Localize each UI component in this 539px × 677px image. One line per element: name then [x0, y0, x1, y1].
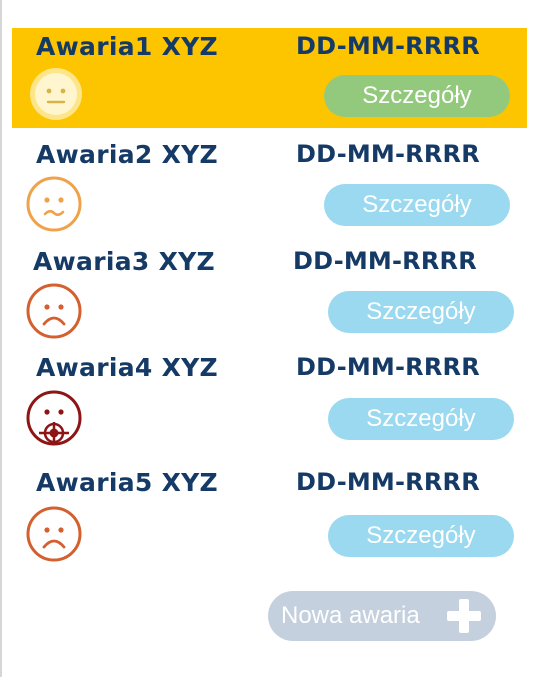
confused-face-icon	[26, 176, 82, 232]
neutral-face-icon	[30, 68, 82, 120]
critical-face-icon	[26, 390, 82, 446]
failure-item-5[interactable]: Awaria5 XYZ DD-MM-RRRR Szczegóły	[12, 458, 527, 562]
failure-item-2[interactable]: Awaria2 XYZ DD-MM-RRRR Szczegóły	[12, 135, 527, 235]
failure-date: DD-MM-RRRR	[293, 247, 477, 275]
failure-date: DD-MM-RRRR	[296, 140, 480, 168]
details-button[interactable]: Szczegóły	[324, 184, 510, 226]
details-button[interactable]: Szczegóły	[328, 398, 514, 440]
failure-title: Awaria3 XYZ	[33, 247, 215, 276]
failure-title: Awaria4 XYZ	[36, 353, 218, 382]
failure-date: DD-MM-RRRR	[296, 32, 480, 60]
sad-face-icon	[26, 506, 82, 562]
failure-item-4[interactable]: Awaria4 XYZ DD-MM-RRRR Szczegóły	[12, 349, 527, 449]
failure-item-3[interactable]: Awaria3 XYZ DD-MM-RRRR Szczegóły	[12, 243, 527, 343]
details-button[interactable]: Szczegóły	[324, 75, 510, 117]
failure-item-1[interactable]: Awaria1 XYZ DD-MM-RRRR Szczegóły	[12, 28, 527, 128]
details-button[interactable]: Szczegóły	[328, 515, 514, 557]
failure-title: Awaria1 XYZ	[36, 32, 218, 61]
failure-title: Awaria5 XYZ	[36, 468, 218, 497]
details-button[interactable]: Szczegóły	[328, 291, 514, 333]
plus-icon	[447, 599, 481, 633]
failure-date: DD-MM-RRRR	[296, 468, 480, 496]
new-failure-label: Nowa awaria	[281, 602, 420, 629]
left-border	[0, 0, 2, 677]
new-failure-button[interactable]: Nowa awaria	[268, 591, 496, 641]
failure-date: DD-MM-RRRR	[296, 353, 480, 381]
sad-face-icon	[26, 283, 82, 339]
failure-title: Awaria2 XYZ	[36, 140, 218, 169]
